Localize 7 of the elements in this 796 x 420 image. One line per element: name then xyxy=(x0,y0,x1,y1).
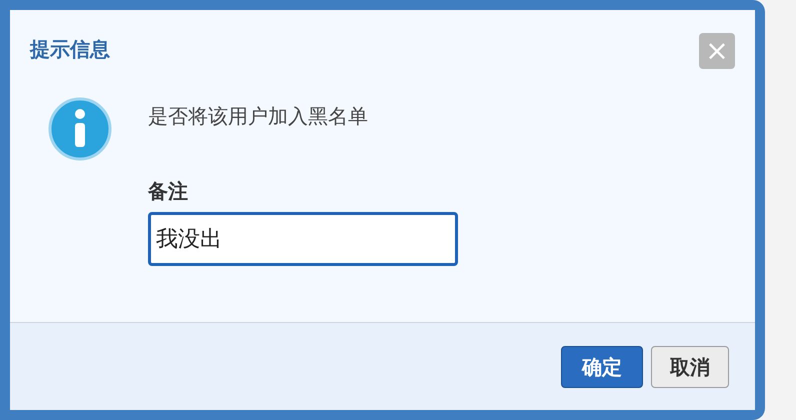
note-field[interactable]: 我没出 xyxy=(148,212,458,266)
confirm-message: 是否将该用户加入黑名单 xyxy=(148,103,369,130)
dialog-title: 提示信息 xyxy=(30,36,110,63)
cancel-button[interactable]: 取消 xyxy=(651,346,729,388)
confirm-button[interactable]: 确定 xyxy=(561,346,643,388)
note-label: 备注 xyxy=(148,178,189,205)
info-icon xyxy=(48,97,112,161)
